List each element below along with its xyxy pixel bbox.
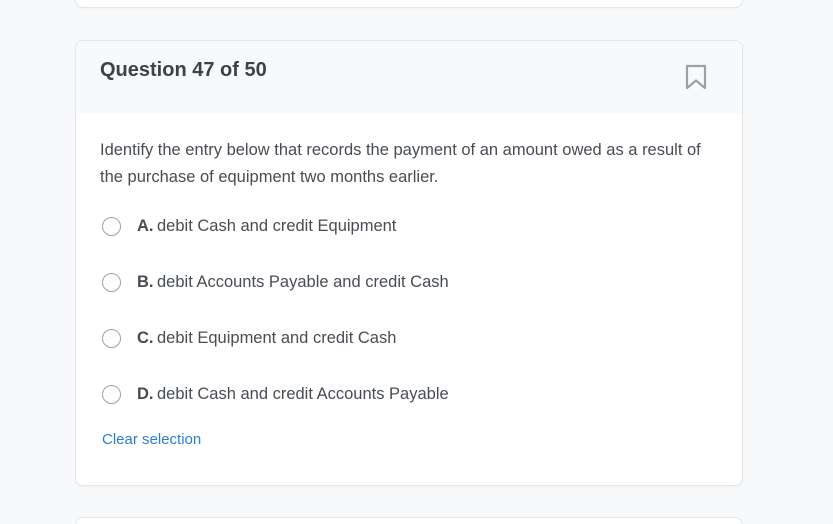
option-a[interactable]: A. debit Cash and credit Equipment [100,214,700,240]
option-b[interactable]: B. debit Accounts Payable and credit Cas… [100,270,700,296]
option-text: debit Cash and credit Accounts Payable [157,385,449,403]
option-d[interactable]: D. debit Cash and credit Accounts Payabl… [100,382,700,408]
radio-button[interactable] [102,385,121,404]
bookmark-icon[interactable] [682,63,710,91]
radio-button[interactable] [102,329,121,348]
question-text: Identify the entry below that records th… [100,141,701,186]
question-card: Question 47 of 50 Identify the entry bel… [75,40,743,486]
radio-button[interactable] [102,273,121,292]
option-text: debit Cash and credit Equipment [157,217,397,235]
option-letter: B. [137,273,154,291]
radio-button[interactable] [102,217,121,236]
option-c[interactable]: C. debit Equipment and credit Cash [100,326,700,352]
clear-selection-link[interactable]: Clear selection [102,431,201,448]
option-letter: A. [137,217,154,235]
question-title: Question 47 of 50 [100,59,267,81]
question-header: Question 47 of 50 [76,41,742,113]
option-text: debit Equipment and credit Cash [157,329,397,347]
next-question-card [75,517,743,524]
previous-question-card [75,0,743,8]
option-text: debit Accounts Payable and credit Cash [157,273,449,291]
option-letter: C. [137,329,154,347]
quiz-page: Question 47 of 50 Identify the entry bel… [0,0,833,524]
option-letter: D. [137,385,154,403]
